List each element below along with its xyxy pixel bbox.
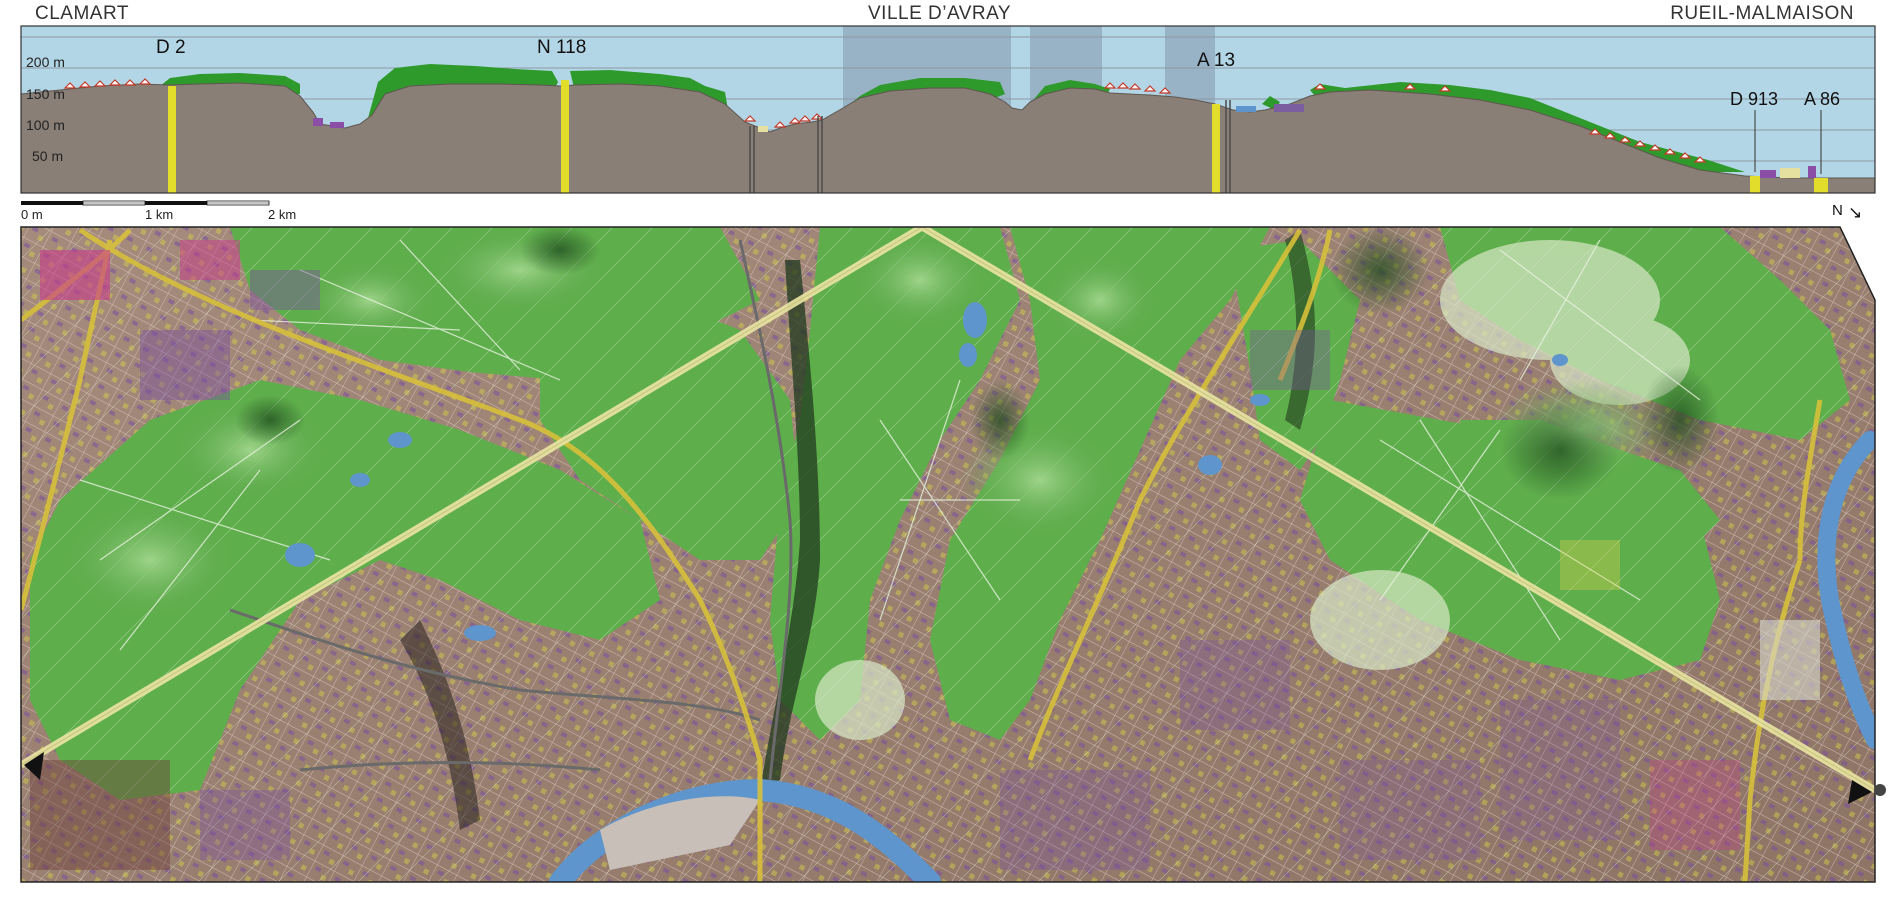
transect-end-cap [1874, 784, 1886, 796]
relief-map [20, 226, 1886, 883]
